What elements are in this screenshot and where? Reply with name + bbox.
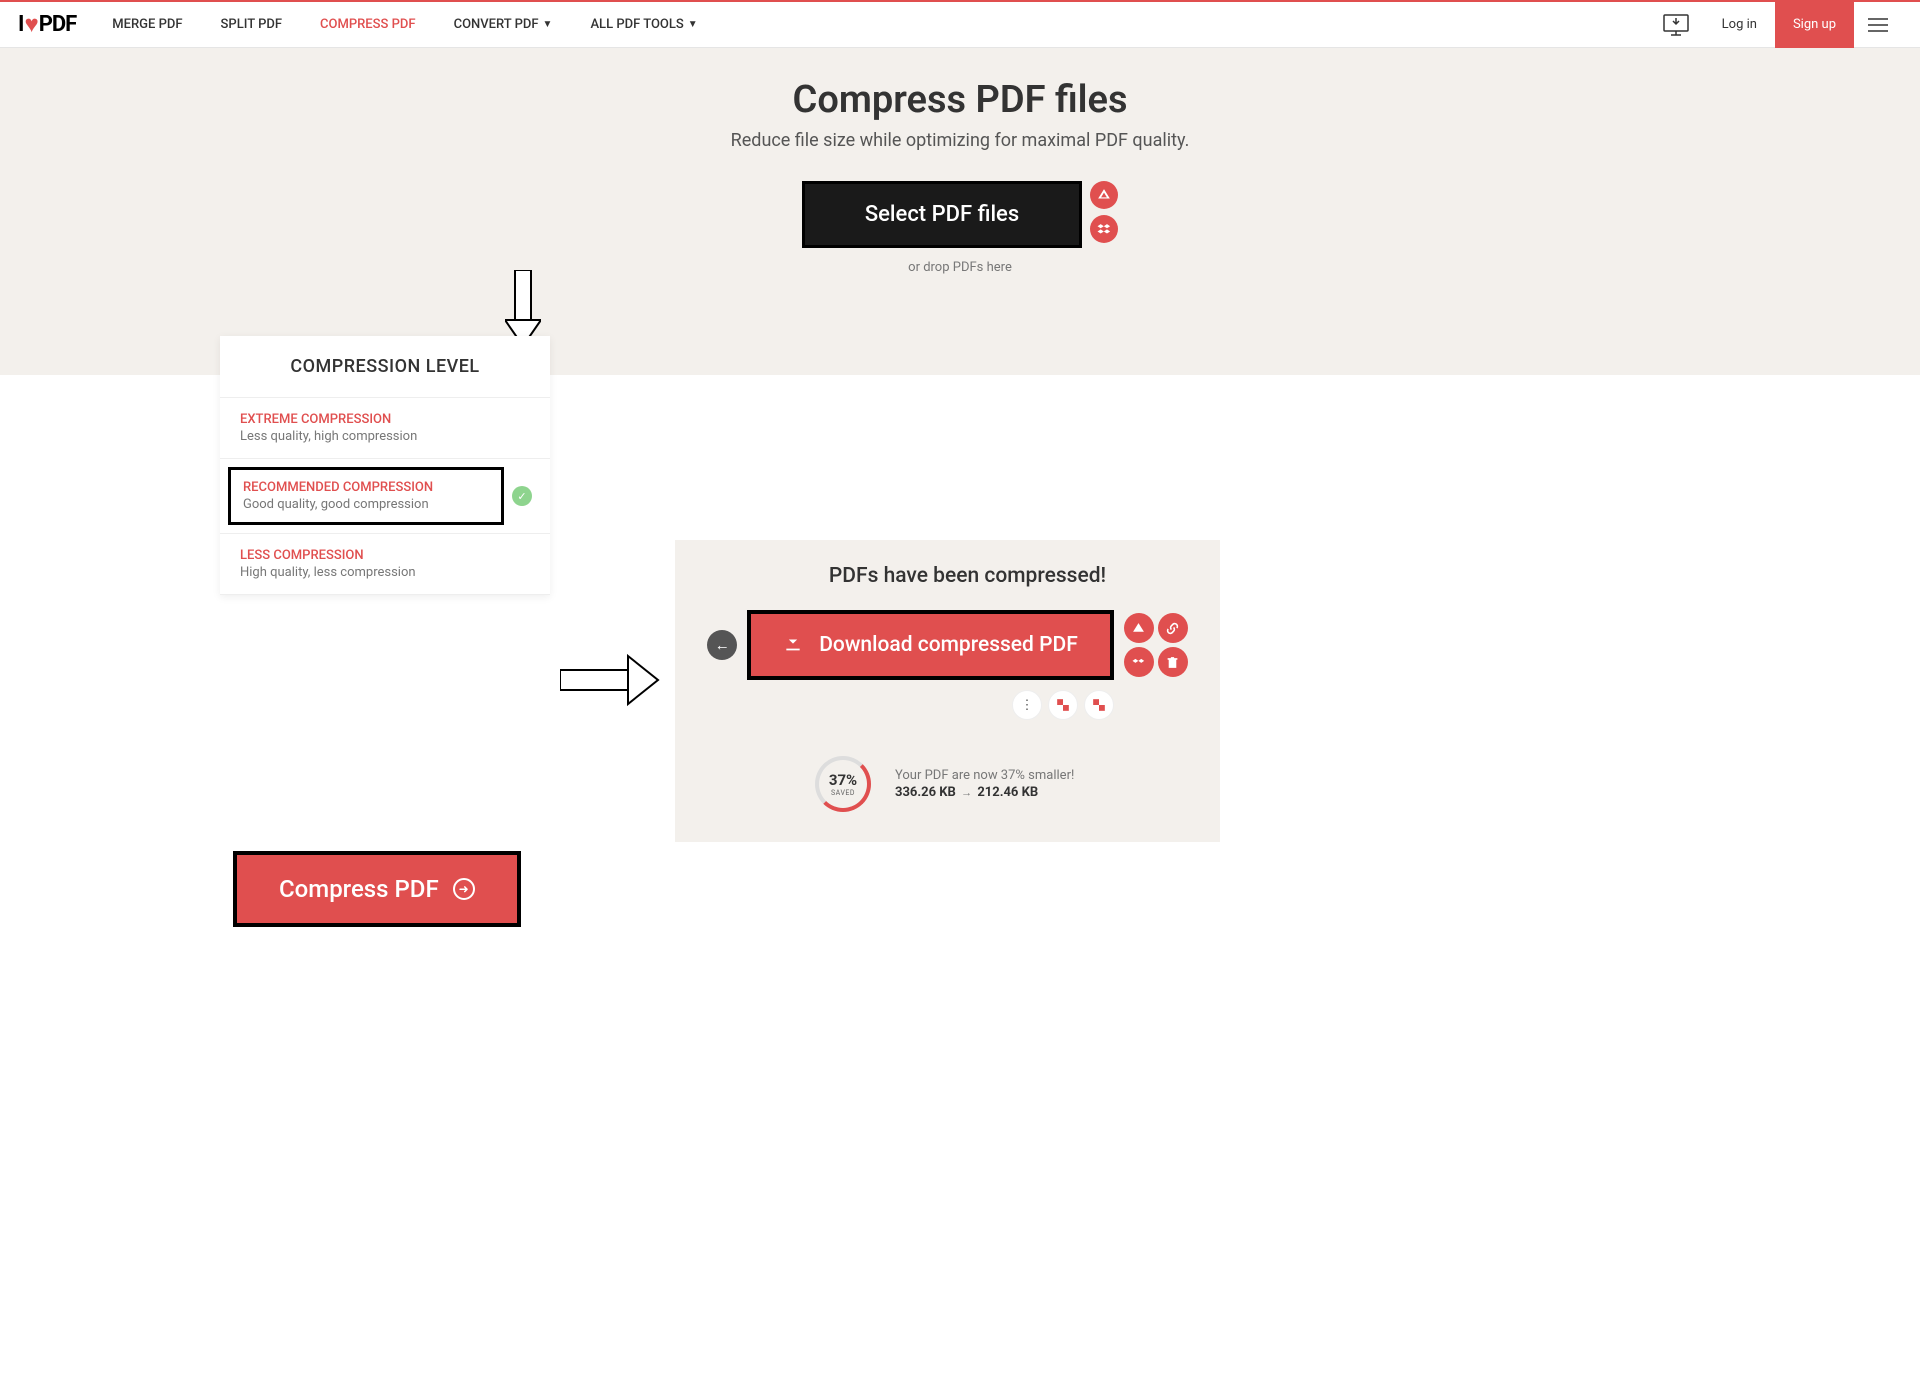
- select-files-button[interactable]: Select PDF files: [802, 181, 1082, 248]
- compression-header: COMPRESSION LEVEL: [220, 336, 550, 398]
- logo-prefix: I: [18, 12, 23, 37]
- download-icon: [783, 632, 803, 658]
- size-after: 212.46 KB: [977, 785, 1038, 800]
- saved-label: SAVED: [831, 789, 855, 797]
- option-title: EXTREME COMPRESSION: [240, 412, 417, 427]
- nav-all-tools[interactable]: ALL PDF TOOLS ▼: [590, 17, 697, 32]
- page-title: Compress PDF files: [0, 78, 1920, 122]
- more-options-button[interactable]: ⋮: [1012, 690, 1042, 720]
- result-panel: PDFs have been compressed! ← Download co…: [675, 540, 1220, 842]
- nav-all-label: ALL PDF TOOLS: [590, 17, 683, 32]
- nav-convert-label: CONVERT PDF: [454, 17, 539, 32]
- hero-section: Compress PDF files Reduce file size whil…: [0, 48, 1920, 375]
- login-button[interactable]: Log in: [1704, 2, 1775, 48]
- nav-compress[interactable]: COMPRESS PDF: [320, 17, 416, 32]
- result-title: PDFs have been compressed!: [745, 564, 1190, 588]
- share-link-button[interactable]: [1158, 613, 1188, 643]
- logo[interactable]: I ♥ PDF: [18, 10, 76, 39]
- download-label: Download compressed PDF: [819, 633, 1078, 657]
- compression-option-extreme[interactable]: EXTREME COMPRESSION Less quality, high c…: [220, 398, 550, 459]
- compression-level-panel: COMPRESSION LEVEL EXTREME COMPRESSION Le…: [220, 336, 550, 595]
- logo-suffix: PDF: [39, 12, 77, 37]
- heart-icon: ♥: [24, 10, 37, 39]
- option-title: RECOMMENDED COMPRESSION: [243, 480, 433, 495]
- option-title: LESS COMPRESSION: [240, 548, 416, 563]
- percent-saved-gauge: 37% SAVED: [815, 756, 871, 812]
- option-sub: High quality, less compression: [240, 565, 416, 580]
- nav-convert[interactable]: CONVERT PDF ▼: [454, 17, 553, 32]
- check-icon: ✓: [512, 486, 532, 506]
- google-drive-button[interactable]: [1090, 181, 1118, 209]
- page-subtitle: Reduce file size while optimizing for ma…: [0, 130, 1920, 151]
- compression-option-recommended[interactable]: RECOMMENDED COMPRESSION Good quality, go…: [228, 467, 504, 525]
- desktop-download-icon[interactable]: [1656, 5, 1696, 45]
- arrow-icon: →: [961, 786, 972, 799]
- hamburger-menu-icon[interactable]: [1854, 2, 1902, 48]
- back-button[interactable]: ←: [707, 630, 737, 660]
- nav-merge[interactable]: MERGE PDF: [112, 17, 182, 32]
- dropbox-button[interactable]: [1090, 215, 1118, 243]
- continue-tool-1-button[interactable]: [1048, 690, 1078, 720]
- percent-value: 37%: [829, 771, 857, 789]
- size-before: 336.26 KB: [895, 785, 956, 800]
- smaller-text: Your PDF are now 37% smaller!: [895, 768, 1074, 783]
- compress-btn-label: Compress PDF: [279, 875, 439, 903]
- delete-button[interactable]: [1158, 647, 1188, 677]
- signup-button[interactable]: Sign up: [1775, 2, 1854, 48]
- option-sub: Good quality, good compression: [243, 497, 433, 512]
- option-sub: Less quality, high compression: [240, 429, 417, 444]
- save-to-drive-button[interactable]: [1124, 613, 1154, 643]
- nav-split[interactable]: SPLIT PDF: [221, 17, 282, 32]
- compress-pdf-button[interactable]: Compress PDF ➜: [233, 851, 521, 927]
- chevron-down-icon: ▼: [688, 19, 698, 30]
- drop-hint: or drop PDFs here: [0, 260, 1920, 275]
- arrow-right-annotation: [560, 652, 660, 712]
- size-comparison: 336.26 KB → 212.46 KB: [895, 785, 1074, 800]
- compression-option-less[interactable]: LESS COMPRESSION High quality, less comp…: [220, 534, 550, 595]
- header: I ♥ PDF MERGE PDF SPLIT PDF COMPRESS PDF…: [0, 2, 1920, 48]
- main-nav: MERGE PDF SPLIT PDF COMPRESS PDF CONVERT…: [112, 17, 697, 32]
- chevron-down-icon: ▼: [543, 19, 553, 30]
- download-button[interactable]: Download compressed PDF: [747, 610, 1114, 680]
- continue-tool-2-button[interactable]: [1084, 690, 1114, 720]
- save-to-dropbox-button[interactable]: [1124, 647, 1154, 677]
- arrow-right-circle-icon: ➜: [453, 878, 475, 900]
